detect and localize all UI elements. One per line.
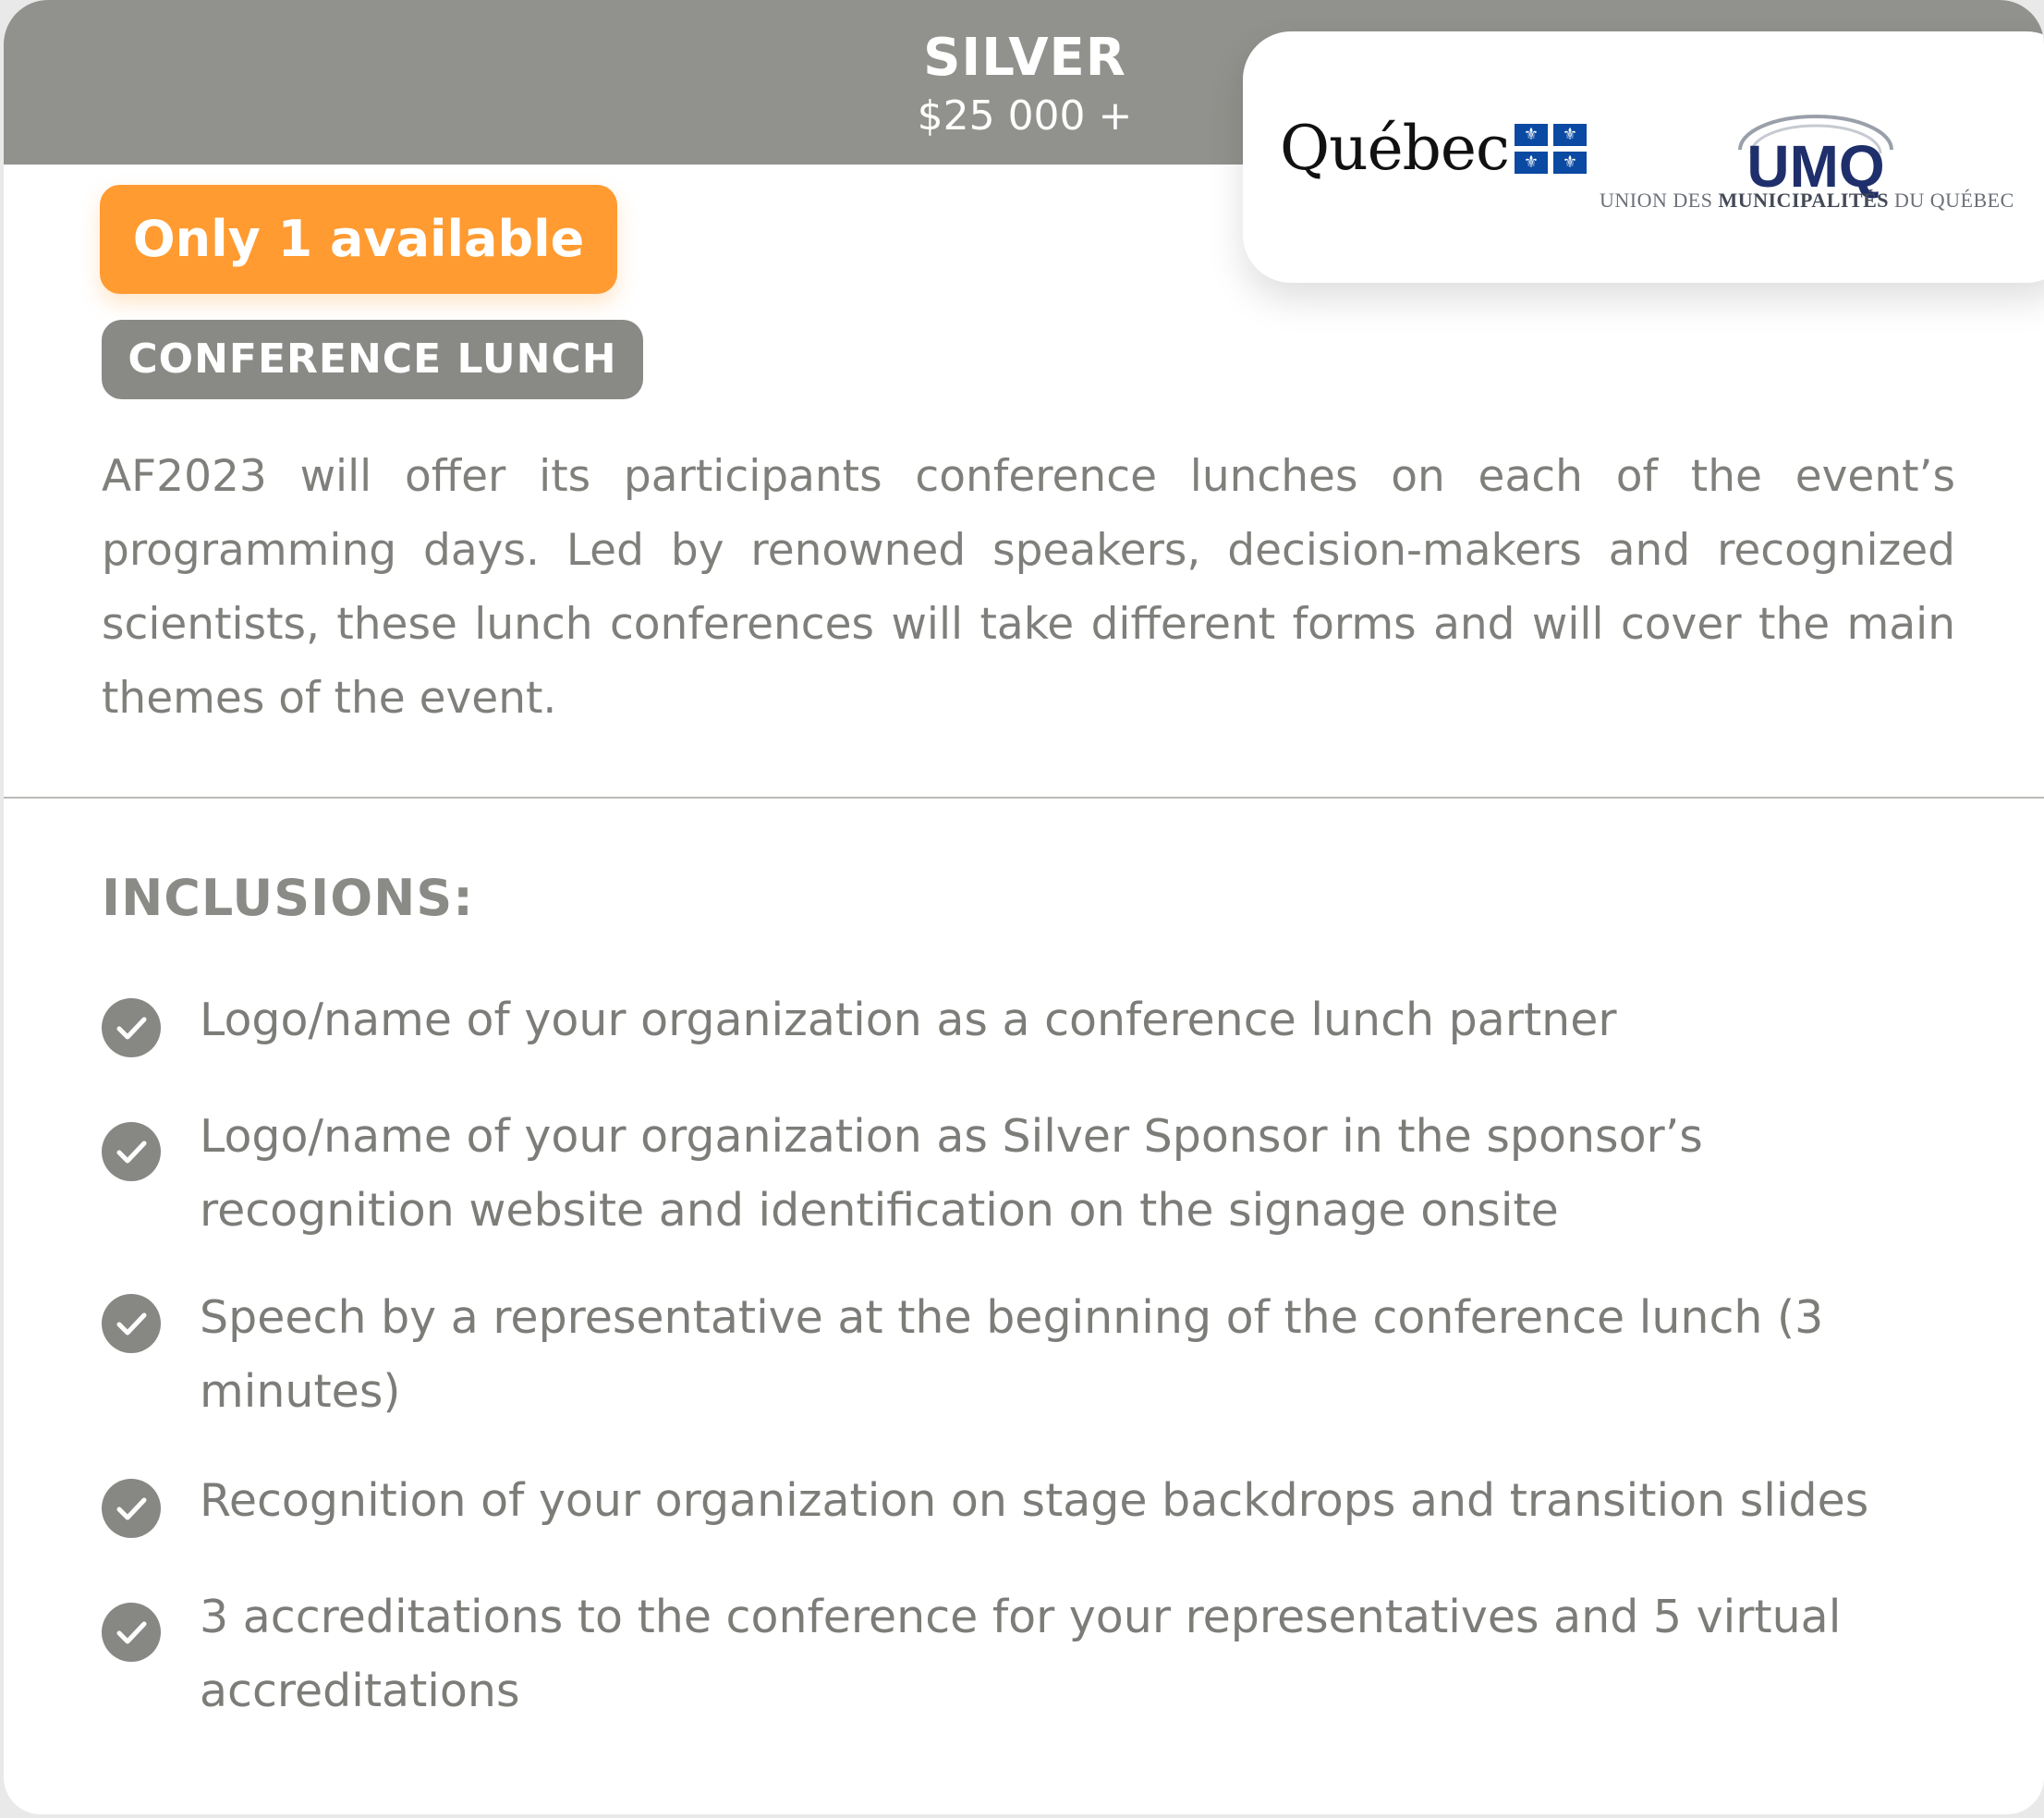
inclusion-text: Logo/name of your organization as Silver… bbox=[200, 1110, 1703, 1237]
availability-badge: Only 1 available bbox=[100, 185, 617, 294]
description-text: AF2023 will offer its participants confe… bbox=[102, 451, 1955, 724]
sponsorship-card: SILVER $25 000 + Québec ⚜ ⚜ ⚜ ⚜ UMQ UNIO… bbox=[4, 0, 2044, 1814]
inclusion-text: Speech by a representative at the beginn… bbox=[200, 1291, 1824, 1418]
inclusions-heading: INCLUSIONS: bbox=[102, 869, 474, 927]
check-circle-icon bbox=[102, 998, 161, 1057]
quebec-logo: Québec bbox=[1280, 113, 1510, 184]
check-circle-icon bbox=[102, 1479, 161, 1538]
divider bbox=[4, 797, 2044, 799]
check-circle-icon bbox=[102, 1122, 161, 1181]
quebec-flag-icon: ⚜ ⚜ ⚜ ⚜ bbox=[1515, 124, 1588, 174]
inclusion-text: Logo/name of your organization as a conf… bbox=[200, 994, 1617, 1046]
partner-logos-box: Québec ⚜ ⚜ ⚜ ⚜ UMQ UNION DES MUNICIPALIT… bbox=[1243, 31, 2044, 283]
check-circle-icon bbox=[102, 1603, 161, 1662]
check-circle-icon bbox=[102, 1294, 161, 1353]
inclusion-text: Recognition of your organization on stag… bbox=[200, 1474, 1869, 1527]
inclusion-text: 3 accreditations to the conference for y… bbox=[200, 1591, 1842, 1717]
umq-tagline: UNION DES MUNICIPALITÉS DU QUÉBEC bbox=[1600, 189, 2014, 212]
category-tag: CONFERENCE LUNCH bbox=[102, 320, 643, 399]
